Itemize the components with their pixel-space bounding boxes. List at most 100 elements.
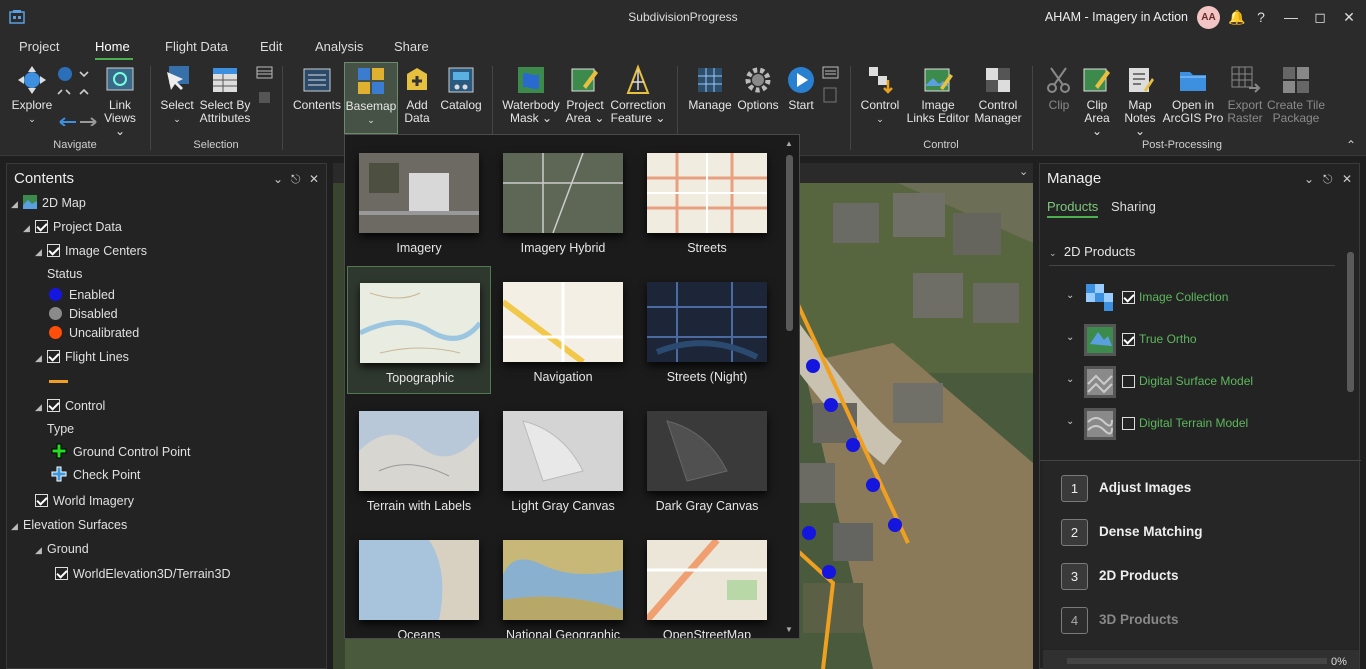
expand-icon[interactable]: ◢ bbox=[35, 541, 47, 559]
product-row-digital-surface-model[interactable]: ⌄ Digital Surface Model bbox=[1049, 362, 1339, 402]
2d-products-section-header[interactable]: ⌄ 2D Products bbox=[1049, 244, 1335, 266]
scroll-up-icon[interactable]: ▲ bbox=[785, 139, 793, 148]
expand-icon[interactable]: ⌄ bbox=[1066, 332, 1074, 343]
flight-lines-checkbox[interactable] bbox=[47, 350, 60, 363]
basemap-tile[interactable]: Streets bbox=[635, 137, 779, 265]
scrollbar-thumb[interactable] bbox=[786, 155, 793, 331]
product-row-image-collection[interactable]: ⌄ Image Collection bbox=[1049, 278, 1339, 318]
basemap-tile[interactable]: OpenStreetMap bbox=[635, 524, 779, 638]
tree-item-world-elevation[interactable]: WorldElevation3D/Terrain3D bbox=[55, 565, 230, 583]
basemap-tile[interactable]: Streets (Night) bbox=[635, 266, 779, 394]
open-in-arcgis-pro-button[interactable]: Open in ArcGIS Pro bbox=[1162, 64, 1224, 125]
tab-products[interactable]: Products bbox=[1047, 199, 1099, 218]
expand-icon[interactable]: ◢ bbox=[35, 243, 47, 261]
expand-icon[interactable]: ◢ bbox=[35, 398, 47, 416]
options-button[interactable]: Options bbox=[736, 64, 780, 112]
expand-icon[interactable]: ◢ bbox=[35, 349, 47, 367]
pin-icon[interactable]: ⎋ bbox=[291, 172, 301, 187]
basemap-tile[interactable]: Imagery Hybrid bbox=[491, 137, 635, 265]
basemap-tile[interactable]: Navigation bbox=[491, 266, 635, 394]
tab-sharing[interactable]: Sharing bbox=[1111, 199, 1156, 214]
collapse-ribbon-icon[interactable]: ⌃ bbox=[1346, 138, 1356, 152]
select-button[interactable]: Select ⌄ bbox=[158, 64, 196, 126]
tab-home[interactable]: Home bbox=[95, 39, 130, 54]
pane-menu-icon[interactable]: ⌄ bbox=[273, 172, 283, 186]
control-checkbox[interactable] bbox=[47, 399, 60, 412]
true-ortho-checkbox[interactable] bbox=[1122, 333, 1135, 346]
create-tile-package-button[interactable]: Create Tile Package bbox=[1266, 64, 1326, 125]
map-notes-button[interactable]: Map Notes ⌄ bbox=[1120, 64, 1160, 138]
tree-item-world-imagery[interactable]: World Imagery bbox=[35, 492, 134, 510]
world-imagery-checkbox[interactable] bbox=[35, 494, 48, 507]
clip-button[interactable]: Clip bbox=[1042, 64, 1076, 112]
tree-item-project-data[interactable]: ◢ Project Data bbox=[23, 218, 122, 236]
minimize-icon[interactable]: — bbox=[1282, 7, 1300, 27]
explore-button[interactable]: Explore ⌄ bbox=[10, 64, 54, 126]
maximize-icon[interactable]: ◻ bbox=[1311, 7, 1329, 27]
expand-icon[interactable]: ⌄ bbox=[1066, 416, 1074, 427]
expand-icon[interactable]: ◢ bbox=[11, 195, 23, 213]
help-icon[interactable]: ? bbox=[1252, 7, 1270, 27]
tree-item-2d-map[interactable]: ◢ 2D Map bbox=[11, 194, 86, 212]
basemap-tile[interactable]: Imagery bbox=[347, 137, 491, 265]
notification-icon[interactable]: 🔔 bbox=[1228, 7, 1246, 27]
manage-scrollbar[interactable] bbox=[1347, 234, 1355, 456]
tab-analysis[interactable]: Analysis bbox=[315, 39, 363, 54]
close-icon[interactable]: ✕ bbox=[309, 172, 319, 186]
tree-item-control[interactable]: ◢ Control bbox=[35, 397, 105, 415]
link-views-button[interactable]: Link Views ⌄ bbox=[100, 64, 140, 138]
tree-item-elevation-surfaces[interactable]: ◢ Elevation Surfaces bbox=[11, 516, 127, 534]
image-centers-checkbox[interactable] bbox=[47, 244, 60, 257]
digital-terrain-model-checkbox[interactable] bbox=[1122, 417, 1135, 430]
basemap-tile[interactable]: National Geographic bbox=[491, 524, 635, 638]
tab-project[interactable]: Project bbox=[19, 39, 59, 54]
clip-area-button[interactable]: Clip Area ⌄ bbox=[1078, 64, 1116, 138]
basemap-tile[interactable]: Dark Gray Canvas bbox=[635, 395, 779, 523]
image-links-editor-button[interactable]: Image Links Editor bbox=[906, 64, 970, 125]
catalog-button[interactable]: Catalog bbox=[438, 64, 484, 112]
image-collection-checkbox[interactable] bbox=[1122, 291, 1135, 304]
tab-flight-data[interactable]: Flight Data bbox=[165, 39, 228, 54]
tree-item-image-centers[interactable]: ◢ Image Centers bbox=[35, 242, 147, 260]
world-elevation-checkbox[interactable] bbox=[55, 567, 68, 580]
tab-share[interactable]: Share bbox=[394, 39, 429, 54]
manage-button[interactable]: Manage bbox=[686, 64, 734, 112]
contents-button[interactable]: Contents bbox=[291, 64, 343, 112]
close-icon[interactable]: ✕ bbox=[1342, 172, 1352, 186]
scrollbar-thumb[interactable] bbox=[1347, 252, 1354, 392]
product-row-digital-terrain-model[interactable]: ⌄ Digital Terrain Model bbox=[1049, 404, 1339, 444]
expand-icon[interactable]: ◢ bbox=[23, 219, 35, 237]
gallery-scrollbar[interactable]: ▲ ▼ bbox=[785, 139, 795, 635]
expand-icon[interactable]: ⌄ bbox=[1066, 374, 1074, 385]
basemap-tile[interactable]: Oceans bbox=[347, 524, 491, 638]
scroll-down-icon[interactable]: ▼ bbox=[785, 625, 793, 634]
view-menu-icon[interactable]: ⌄ bbox=[1019, 165, 1028, 178]
select-by-attributes-button[interactable]: Select By Attributes bbox=[196, 64, 254, 125]
control-button[interactable]: Control ⌄ bbox=[858, 64, 902, 126]
export-raster-button[interactable]: Export Raster bbox=[1226, 64, 1264, 125]
waterbody-mask-button[interactable]: Waterbody Mask ⌄ bbox=[500, 64, 562, 125]
tab-edit[interactable]: Edit bbox=[260, 39, 282, 54]
project-data-checkbox[interactable] bbox=[35, 220, 48, 233]
basemap-tile[interactable]: Terrain with Labels bbox=[347, 395, 491, 523]
project-area-button[interactable]: Project Area ⌄ bbox=[564, 64, 606, 125]
correction-feature-button[interactable]: Correction Feature ⌄ bbox=[608, 64, 668, 125]
pane-menu-icon[interactable]: ⌄ bbox=[1304, 172, 1314, 186]
user-avatar[interactable]: AA bbox=[1197, 6, 1220, 29]
expand-icon[interactable]: ⌄ bbox=[1066, 290, 1074, 301]
tree-item-ground[interactable]: ◢ Ground bbox=[35, 540, 89, 558]
digital-surface-model-checkbox[interactable] bbox=[1122, 375, 1135, 388]
expand-icon[interactable]: ◢ bbox=[11, 517, 23, 535]
add-data-button[interactable]: Add Data bbox=[400, 64, 434, 125]
basemap-tile[interactable]: Light Gray Canvas bbox=[491, 395, 635, 523]
start-button[interactable]: Start bbox=[784, 64, 818, 112]
control-manager-button[interactable]: Control Manager bbox=[972, 64, 1024, 125]
tree-item-flight-lines[interactable]: ◢ Flight Lines bbox=[35, 348, 129, 366]
basemap-button[interactable]: Basemap ⌄ bbox=[344, 62, 398, 134]
collapse-icon[interactable]: ⌄ bbox=[1049, 248, 1057, 258]
close-icon[interactable]: ✕ bbox=[1340, 7, 1358, 27]
basemap-tile[interactable]: Topographic bbox=[347, 266, 491, 394]
product-name: Digital Terrain Model bbox=[1139, 416, 1249, 430]
product-row-true-ortho[interactable]: ⌄ True Ortho bbox=[1049, 320, 1339, 360]
pin-icon[interactable]: ⎋ bbox=[1323, 172, 1333, 187]
